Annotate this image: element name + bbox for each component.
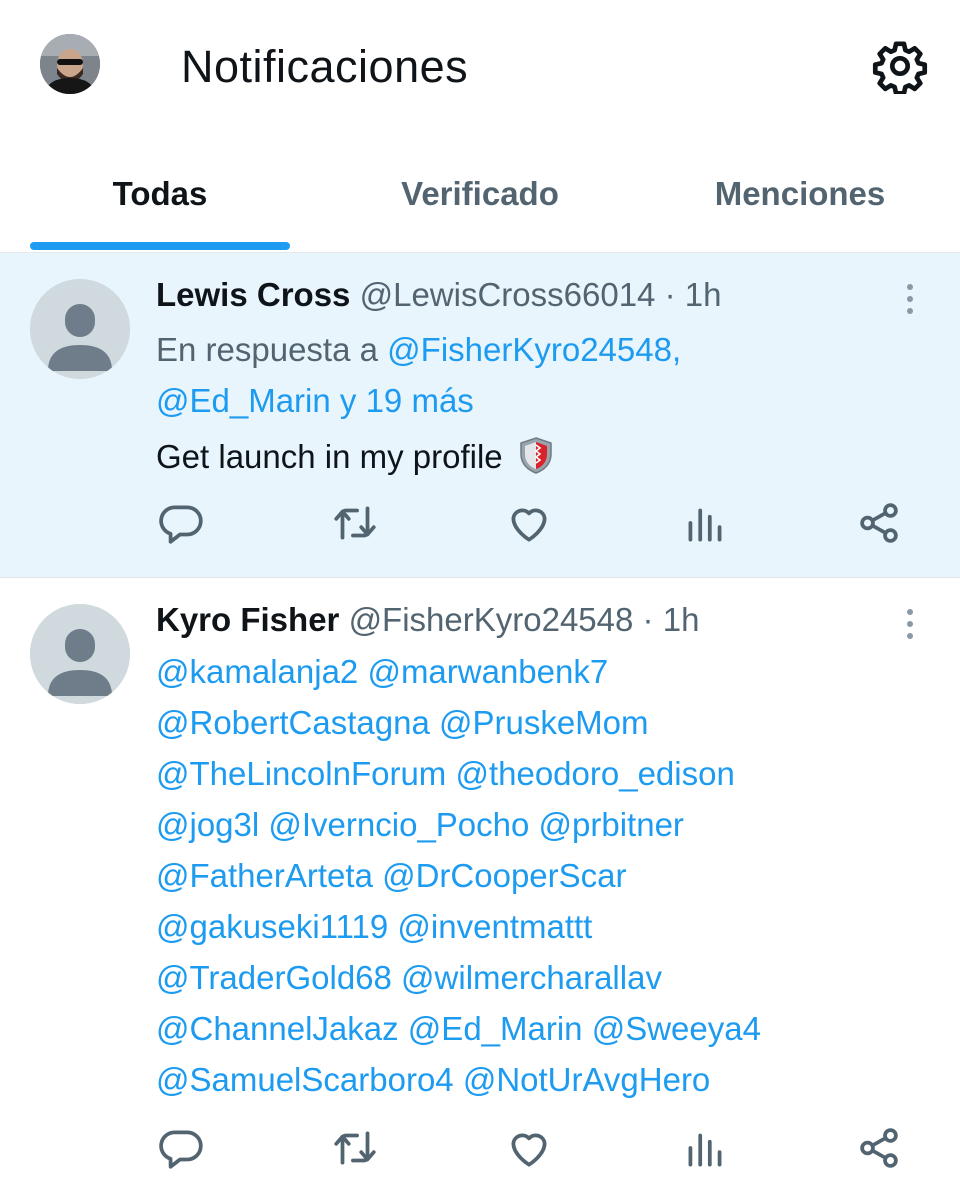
mention-line[interactable]: @RobertCastagna @PruskeMom [156,697,761,748]
reply-prefix: En respuesta a [156,331,388,368]
mention-line[interactable]: @FatherArteta @DrCooperScar [156,850,761,901]
more-options-icon[interactable] [898,604,922,644]
notification-tabs: Todas Verificado Menciones [0,150,960,253]
tweet-actions [0,498,960,558]
notification-item[interactable]: Kyro Fisher @FisherKyro24548 · 1h @kamal… [0,578,960,1200]
views-icon[interactable] [680,1123,730,1173]
timestamp[interactable]: 1h [663,601,700,638]
user-handle[interactable]: @FisherKyro24548 [349,601,634,638]
display-name[interactable]: Kyro Fisher [156,601,339,638]
reply-context: En respuesta a @FisherKyro24548, @Ed_Mar… [156,324,681,426]
tab-verificado[interactable]: Verificado [350,168,610,220]
share-icon[interactable] [854,498,904,548]
notification-item[interactable]: Lewis Cross @LewisCross66014 · 1h En res… [0,253,960,578]
top-bar: Notificaciones [0,0,960,132]
mention-line[interactable]: @kamalanja2 @marwanbenk7 [156,646,761,697]
separator: · [642,601,654,638]
gear-icon[interactable] [872,38,928,96]
user-handle[interactable]: @LewisCross66014 [360,276,656,313]
tweet-text: Get launch in my profile [156,431,556,482]
reply-and: y [330,382,366,419]
views-icon[interactable] [680,498,730,548]
reply-icon[interactable] [156,1123,206,1173]
mention-line[interactable]: @ChannelJakaz @Ed_Marin @Sweeya4 [156,1003,761,1054]
timestamp[interactable]: 1h [685,276,722,313]
retweet-icon[interactable] [330,1123,380,1173]
page-title: Notificaciones [181,41,469,92]
shield-emoji-icon [520,437,552,474]
mention-line[interactable]: @jog3l @Iverncio_Pocho @prbitner [156,799,761,850]
mention-line[interactable]: @TraderGold68 @wilmercharallav [156,952,761,1003]
more-users-link[interactable]: 19 más [366,382,474,419]
like-icon[interactable] [504,498,554,548]
mention-link[interactable]: @Ed_Marin [156,382,331,419]
mentions-text: @kamalanja2 @marwanbenk7 @RobertCastagna… [156,646,761,1105]
user-avatar[interactable] [40,34,100,94]
tweet-body: Get launch in my profile [156,438,503,475]
avatar-photo [40,34,100,94]
share-icon[interactable] [854,1123,904,1173]
mention-line[interactable]: @SamuelScarboro4 @NotUrAvgHero [156,1054,761,1105]
active-tab-indicator [30,242,290,250]
mention-link[interactable]: @FisherKyro24548, [387,331,681,368]
display-name[interactable]: Lewis Cross [156,276,350,313]
retweet-icon[interactable] [330,498,380,548]
mention-line[interactable]: @gakuseki1119 @inventmattt [156,901,761,952]
tweet-header: Kyro Fisher @FisherKyro24548 · 1h [156,598,699,642]
more-options-icon[interactable] [898,279,922,319]
mention-line[interactable]: @TheLincolnForum @theodoro_edison [156,748,761,799]
tab-todas[interactable]: Todas [30,168,290,220]
default-avatar-icon[interactable] [30,279,130,379]
tab-menciones[interactable]: Menciones [670,168,930,220]
reply-icon[interactable] [156,498,206,548]
tweet-header: Lewis Cross @LewisCross66014 · 1h [156,273,721,317]
separator: · [664,276,676,313]
like-icon[interactable] [504,1123,554,1173]
tweet-actions [0,1123,960,1183]
default-avatar-icon[interactable] [30,604,130,704]
